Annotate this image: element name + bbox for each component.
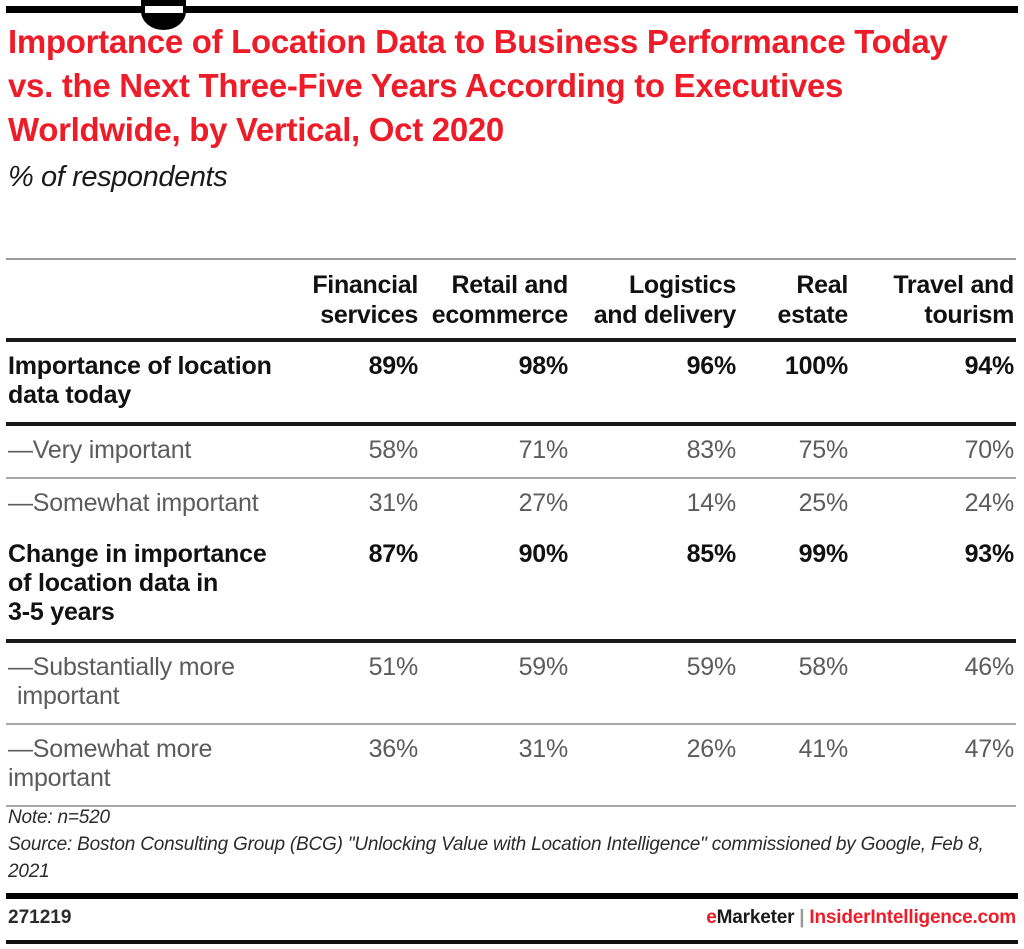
cell-value: 58% xyxy=(292,424,420,479)
cell-value: 99% xyxy=(738,530,850,643)
column-header-line1: Logistics xyxy=(628,271,736,299)
row-label-line: —Somewhat important xyxy=(8,489,259,517)
cell-value: 93% xyxy=(850,530,1016,643)
page-subtitle: % of respondents xyxy=(8,160,228,193)
page-title: Importance of Location Data to Business … xyxy=(8,23,948,149)
brand-insiderintelligence-link[interactable]: InsiderIntelligence.com xyxy=(809,907,1016,928)
column-header-rowlabel xyxy=(6,258,292,342)
cell-value: 41% xyxy=(738,724,850,807)
emarketer-chart-card: Importance of Location Data to Business … xyxy=(0,0,1024,949)
row-label-line: Importance of location xyxy=(8,352,272,380)
cell-value: 94% xyxy=(850,340,1016,426)
column-header-travel-and-tourism: Travel and tourism xyxy=(850,258,1016,342)
row-label-line: —Somewhat more xyxy=(8,735,213,763)
column-header-retail-and-ecommerce: Retail and ecommerce xyxy=(420,258,570,342)
row-label-importance-today: Importance of location data today xyxy=(6,340,292,426)
footer-bar: 271219 eMarketer | InsiderIntelligence.com xyxy=(8,903,1016,933)
cell-value: 25% xyxy=(798,489,849,517)
row-label-somewhat-more-important: —Somewhat more important xyxy=(6,724,292,807)
table-row: —Somewhat important 31% 27% 14% 25% 24% xyxy=(6,478,1016,530)
cell-value: 31% xyxy=(368,489,419,517)
column-header-line1: Travel and xyxy=(893,271,1014,299)
note-sample-size: Note: n=520 xyxy=(8,807,110,828)
table-body: Importance of location data today 89% 98… xyxy=(6,340,1016,807)
row-label-line: Change in importance xyxy=(8,540,267,568)
brand-emarketer: Marketer xyxy=(716,907,795,928)
table-header-row: Financial services Retail and ecommerce … xyxy=(6,258,1016,342)
column-header-line2: services xyxy=(320,301,418,329)
column-header-line1: Financial xyxy=(312,271,418,299)
row-label-change-in-importance: Change in importance of location data in… xyxy=(6,530,292,643)
baseline-rule xyxy=(6,940,1018,944)
title-block: Importance of Location Data to Business … xyxy=(8,20,998,194)
cell-value: 36% xyxy=(292,724,420,807)
column-header-financial-services: Financial services xyxy=(292,258,420,342)
row-label-somewhat-important: —Somewhat important xyxy=(6,478,292,530)
footnotes: Note: n=520 Source: Boston Consulting Gr… xyxy=(8,805,1008,886)
brand-separator: | xyxy=(799,907,805,928)
column-header-logistics-and-delivery: Logistics and delivery xyxy=(570,258,738,342)
row-label-line: of location data in xyxy=(8,569,219,597)
cell-value: 100% xyxy=(738,340,850,426)
cell-value: 59% xyxy=(420,641,570,725)
column-header-line2: estate xyxy=(777,301,849,329)
column-header-line2: ecommerce xyxy=(431,301,569,329)
column-header-line1: Real xyxy=(796,271,848,299)
row-label-line: important xyxy=(17,682,120,710)
table-row: Change in importance of location data in… xyxy=(6,530,1016,643)
row-label-line: important xyxy=(8,764,111,792)
cell-value: 87% xyxy=(292,530,420,643)
cell-value: 46% xyxy=(850,641,1016,725)
cell-value: 59% xyxy=(570,641,738,725)
cell-value: 75% xyxy=(738,424,850,479)
cell-value: 83% xyxy=(570,424,738,479)
table-head: Financial services Retail and ecommerce … xyxy=(6,258,1016,342)
cell-value: 96% xyxy=(570,340,738,426)
row-label-line: 3-5 years xyxy=(8,598,115,626)
table-row: —Very important 58% 71% 83% 75% 70% xyxy=(6,424,1016,479)
brand-lockup: eMarketer | InsiderIntelligence.com xyxy=(706,907,1016,929)
table-row: —Somewhat more important 36% 31% 26% 41%… xyxy=(6,724,1016,807)
data-table-wrap: Financial services Retail and ecommerce … xyxy=(6,258,1016,807)
column-header-real-estate: Real estate xyxy=(738,258,850,342)
cell-value: 85% xyxy=(570,530,738,643)
brand-e: e xyxy=(706,907,717,928)
note-source: Source: Boston Consulting Group (BCG) "U… xyxy=(8,833,984,882)
row-label-substantially-more-important: —Substantially more important xyxy=(6,641,292,725)
cell-value: 90% xyxy=(420,530,570,643)
column-header-line2: and delivery xyxy=(593,301,737,329)
chart-id: 271219 xyxy=(8,907,72,928)
data-table: Financial services Retail and ecommerce … xyxy=(6,258,1016,807)
row-label-very-important: —Very important xyxy=(6,424,292,479)
cell-value: 51% xyxy=(292,641,420,725)
row-label-line: data today xyxy=(8,381,132,409)
column-header-line2: tourism xyxy=(924,301,1014,329)
cell-value: 27% xyxy=(518,489,569,517)
column-header-line1: Retail and xyxy=(451,271,569,299)
cell-value: 31% xyxy=(420,724,570,807)
row-label-line: —Very important xyxy=(8,436,192,464)
cell-value: 98% xyxy=(420,340,570,426)
table-row: Importance of location data today 89% 98… xyxy=(6,340,1016,426)
cell-value: 71% xyxy=(420,424,570,479)
cell-value: 26% xyxy=(570,724,738,807)
cell-value: 14% xyxy=(686,489,737,517)
cell-value: 89% xyxy=(292,340,420,426)
table-row: —Substantially more important 51% 59% 59… xyxy=(6,641,1016,725)
cell-value: 24% xyxy=(964,489,1015,517)
cell-value: 58% xyxy=(738,641,850,725)
cell-value: 47% xyxy=(850,724,1016,807)
cell-value: 70% xyxy=(850,424,1016,479)
row-label-line: —Substantially more xyxy=(8,653,235,681)
bookmark-notch-slit xyxy=(145,6,183,13)
bottom-rule xyxy=(6,893,1018,899)
